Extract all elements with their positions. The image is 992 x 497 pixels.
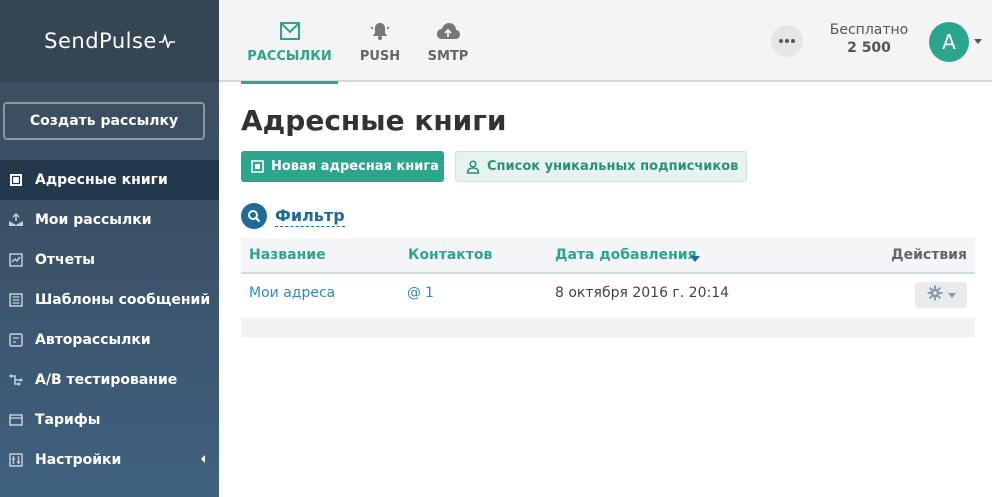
more-dot [785, 39, 789, 43]
contacts-count-link[interactable]: @ 1 [407, 285, 434, 301]
button-label: Список уникальных подписчиков [487, 159, 739, 174]
create-campaign-button[interactable]: Создать рассылку [3, 102, 205, 140]
more-dot [791, 39, 795, 43]
new-address-book-button[interactable]: Новая адресная книга [241, 151, 444, 182]
plan-name: Бесплатно [829, 22, 909, 38]
chevron-down-icon[interactable] [974, 39, 982, 44]
tab-label: PUSH [359, 48, 401, 64]
tab-campaigns[interactable]: РАССЫЛКИ [241, 0, 338, 84]
sidebar-item-label: Отчеты [35, 252, 95, 268]
search-icon [241, 203, 267, 229]
tab-label: SMTP [427, 48, 469, 64]
sidebar-item-reports[interactable]: Отчеты [0, 240, 219, 280]
unique-subscribers-button[interactable]: Список уникальных подписчиков [455, 151, 747, 182]
button-label: Новая адресная книга [271, 159, 439, 174]
sidebar-item-label: Адресные книги [35, 172, 168, 188]
contacts-count: 1 [425, 285, 434, 301]
sidebar-item-label: Тарифы [35, 412, 101, 428]
sliders-icon [8, 452, 24, 468]
more-dot [779, 39, 783, 43]
address-book-name-link[interactable]: Мои адреса [249, 285, 335, 301]
sidebar-item-label: A/B тестирование [35, 372, 178, 388]
sidebar-item-my-campaigns[interactable]: Мои рассылки [0, 200, 219, 240]
column-header-date[interactable]: Дата добавления [555, 247, 697, 263]
logo-text: SendPulse [44, 29, 157, 53]
bell-icon [369, 19, 391, 43]
sidebar-item-label: Авторассылки [35, 332, 151, 348]
ab-test-icon [8, 372, 24, 388]
address-book-icon [251, 160, 264, 173]
chevron-left-icon [201, 455, 205, 463]
sidebar-item-automation[interactable]: Авторассылки [0, 320, 219, 360]
plan-credits: 2 500 [847, 40, 891, 56]
sidebar-item-settings[interactable]: Настройки [0, 440, 219, 480]
tab-label: РАССЫЛКИ [247, 48, 332, 64]
sidebar-item-templates[interactable]: Шаблоны сообщений [0, 280, 219, 320]
tab-smtp[interactable]: SMTP [427, 0, 469, 82]
filter-label: Фильтр [275, 205, 345, 227]
sidebar-item-tariffs[interactable]: Тарифы [0, 400, 219, 440]
users-icon [466, 159, 480, 174]
column-header-contacts[interactable]: Контактов [408, 247, 492, 263]
page-title: Адресные книги [241, 104, 507, 137]
filter-toggle[interactable]: Фильтр [241, 203, 345, 229]
tab-push[interactable]: PUSH [357, 0, 403, 82]
sidebar-item-label: Мои рассылки [35, 212, 152, 228]
table-row: Мои адреса @ 1 8 октября 2016 г. 20:14 [241, 274, 975, 318]
table-header: Название Контактов Дата добавления Дейст… [241, 238, 975, 274]
email-icon [279, 19, 300, 43]
sort-desc-icon[interactable] [690, 256, 700, 262]
address-book-icon [8, 172, 24, 188]
top-bar: РАССЫЛКИ PUSH SMTP Бесплатно 2 500 A [219, 0, 992, 84]
date-added: 8 октября 2016 г. 20:14 [555, 285, 730, 301]
logo[interactable]: SendPulse [0, 0, 219, 82]
column-header-actions: Действия [891, 247, 967, 263]
more-options-button[interactable] [771, 25, 803, 57]
avatar[interactable]: A [929, 22, 969, 62]
sidebar: SendPulse Создать рассылку Адресные книг… [0, 0, 219, 497]
sidebar-item-label: Шаблоны сообщений [35, 292, 211, 308]
wallet-icon [8, 412, 24, 428]
automation-icon [8, 332, 24, 348]
address-books-table: Название Контактов Дата добавления Дейст… [241, 238, 975, 337]
sidebar-item-label: Настройки [35, 452, 122, 468]
pulse-logo-icon [158, 34, 175, 48]
at-sign-icon: @ [407, 285, 421, 301]
table-footer [241, 318, 975, 337]
row-actions-button[interactable] [915, 282, 967, 308]
sidebar-item-ab-testing[interactable]: A/B тестирование [0, 360, 219, 400]
chart-icon [8, 252, 24, 268]
template-icon [8, 292, 24, 308]
chevron-down-icon [947, 292, 956, 298]
gear-icon [927, 285, 943, 305]
cloud-upload-icon [435, 19, 461, 43]
column-header-name[interactable]: Название [249, 247, 326, 263]
sidebar-nav: Адресные книги Мои рассылки Отчеты Шабло… [0, 160, 219, 480]
sidebar-item-address-books[interactable]: Адресные книги [0, 160, 219, 200]
send-icon [8, 212, 24, 228]
plan-info[interactable]: Бесплатно 2 500 [817, 22, 921, 56]
